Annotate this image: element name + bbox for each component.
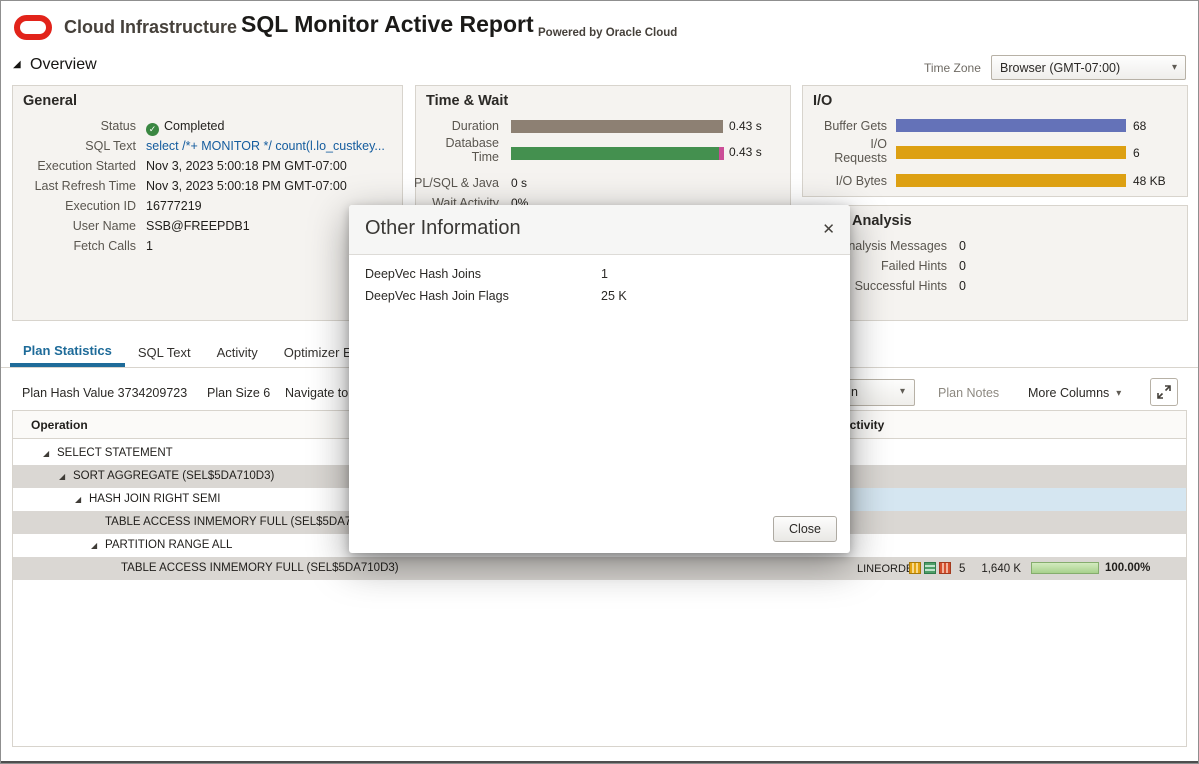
operation-label: HASH JOIN RIGHT SEMI [89,493,220,505]
navigate-text: Navigate to [285,386,348,400]
inmemory-flag-icon-green [924,562,936,574]
row-collapse-icon[interactable] [59,472,65,481]
failed-hints-label: Failed Hints [881,259,947,273]
io-bytes-value: 48 KB [1133,174,1166,188]
io-requests-bar [896,146,1126,159]
page-title: SQL Monitor Active Report [241,11,534,38]
other-information-dialog: Other Information ✕ DeepVec Hash Joins 1… [349,205,850,553]
sql-text-value: select /*+ MONITOR */ count(l.lo_custkey… [146,139,385,153]
io-bytes-bar [896,174,1126,187]
io-panel-title: I/O [813,93,832,109]
successful-hints-value: 0 [959,279,966,293]
powered-by-text: Powered by Oracle Cloud [538,27,677,39]
more-columns-label: More Columns [1028,386,1109,400]
tab-sql-text[interactable]: SQL Text [125,337,204,367]
activity-percent-cell: 100.00% [1105,562,1150,574]
completed-check-icon [146,123,159,136]
duration-bar [511,120,723,133]
io-bytes-label: I/O Bytes [836,174,887,188]
dialog-header: Other Information ✕ [349,205,850,255]
inmemory-flag-icon-red [939,562,951,574]
sql-text-link[interactable]: select /*+ MONITOR */ count(l.lo_custkey… [146,139,385,153]
operation-column-header: Operation [31,418,88,432]
row-collapse-icon[interactable] [75,495,81,504]
status-value: Completed [146,119,224,136]
dialog-close-icon[interactable]: ✕ [822,220,835,238]
plsql-java-label: PL/SQL & Java [414,176,499,190]
brand-text: Cloud Infrastructure [64,17,237,38]
plan-view-select-value: n [851,385,858,399]
general-label: Status [101,119,136,133]
buffer-gets-bar [896,119,1126,132]
io-requests-label: I/O Requests [817,137,887,165]
status-text: Completed [164,119,224,133]
plsql-java-value: 0 s [511,176,527,190]
timezone-select[interactable]: Browser (GMT-07:00) [991,55,1186,80]
general-label: Fetch Calls [73,239,136,253]
general-label: Last Refresh Time [35,179,136,193]
plan-row-table-access-2[interactable]: TABLE ACCESS INMEMORY FULL (SEL$5DA710D3… [13,557,1186,580]
operation-label: TABLE ACCESS INMEMORY FULL (SEL$5DA710D3… [121,562,399,574]
user-name-value: SSB@FREEPDB1 [146,219,250,233]
general-label: User Name [73,219,136,233]
analysis-messages-value: 0 [959,239,966,253]
actual-rows-cell: 1,640 K [965,563,1021,575]
inmemory-flag-icon-gold [909,562,921,574]
fetch-calls-value: 1 [146,239,153,253]
operation-label: TABLE ACCESS INMEMORY FULL (SEL$5DA710D3… [105,516,383,528]
general-label: Execution Started [37,159,136,173]
database-time-bar [511,147,719,160]
operation-label: PARTITION RANGE ALL [105,539,232,551]
tab-plan-statistics[interactable]: Plan Statistics [10,337,125,367]
oracle-logo-icon [14,15,52,40]
io-requests-value: 6 [1133,146,1140,160]
row-collapse-icon[interactable] [43,449,49,458]
overview-section-title: Overview [30,56,97,74]
duration-value: 0.43 s [729,119,762,133]
database-time-label: Database Time [419,136,499,164]
plan-notes-button[interactable]: Plan Notes [938,386,999,400]
chevron-down-icon [900,386,905,397]
successful-hints-label: Successful Hints [855,279,947,293]
chevron-down-icon [1116,388,1121,399]
more-columns-dropdown[interactable]: More Columns [1028,386,1121,400]
dialog-row-label: DeepVec Hash Joins [365,267,481,281]
chevron-down-icon [1172,62,1177,73]
expand-icon [1157,385,1171,399]
failed-hints-value: 0 [959,259,966,273]
time-wait-panel-title: Time & Wait [426,93,508,109]
execution-started-value: Nov 3, 2023 5:00:18 PM GMT-07:00 [146,159,347,173]
inmemory-flag-icons [909,562,951,574]
buffer-gets-value: 68 [1133,119,1146,133]
dialog-row-label: DeepVec Hash Join Flags [365,289,509,303]
overview-collapse-icon[interactable] [13,59,21,70]
dialog-row-value: 1 [601,267,608,281]
operation-label: SELECT STATEMENT [57,447,173,459]
dialog-close-button[interactable]: Close [773,516,837,542]
database-time-bar-tip [719,147,724,160]
general-panel: General Status Completed SQL Text select… [12,85,403,321]
maximize-button[interactable] [1150,378,1178,406]
general-label: SQL Text [85,139,136,153]
timezone-value: Browser (GMT-07:00) [1000,61,1120,75]
general-label: Execution ID [65,199,136,213]
buffer-gets-label: Buffer Gets [824,119,887,133]
activity-bar [1031,562,1099,574]
last-refresh-value: Nov 3, 2023 5:00:18 PM GMT-07:00 [146,179,347,193]
database-time-value: 0.43 s [729,145,762,159]
plan-size-text: Plan Size 6 [207,386,270,400]
operation-label: SORT AGGREGATE (SEL$5DA710D3) [73,470,274,482]
dialog-title: Other Information [365,217,521,240]
duration-label: Duration [452,119,499,133]
general-panel-title: General [23,93,77,109]
plan-hash-value-text: Plan Hash Value 3734209723 [22,386,187,400]
io-panel: I/O Buffer Gets 68 I/O Requests 6 I/O By… [802,85,1188,197]
timezone-label: Time Zone [924,61,981,75]
execution-id-value: 16777219 [146,199,202,213]
sql-analysis-panel: SQL Analysis SQL Analysis Messages 0 Fai… [802,205,1188,321]
dialog-row-value: 25 K [601,289,627,303]
row-collapse-icon[interactable] [91,541,97,550]
tab-activity[interactable]: Activity [204,337,271,367]
